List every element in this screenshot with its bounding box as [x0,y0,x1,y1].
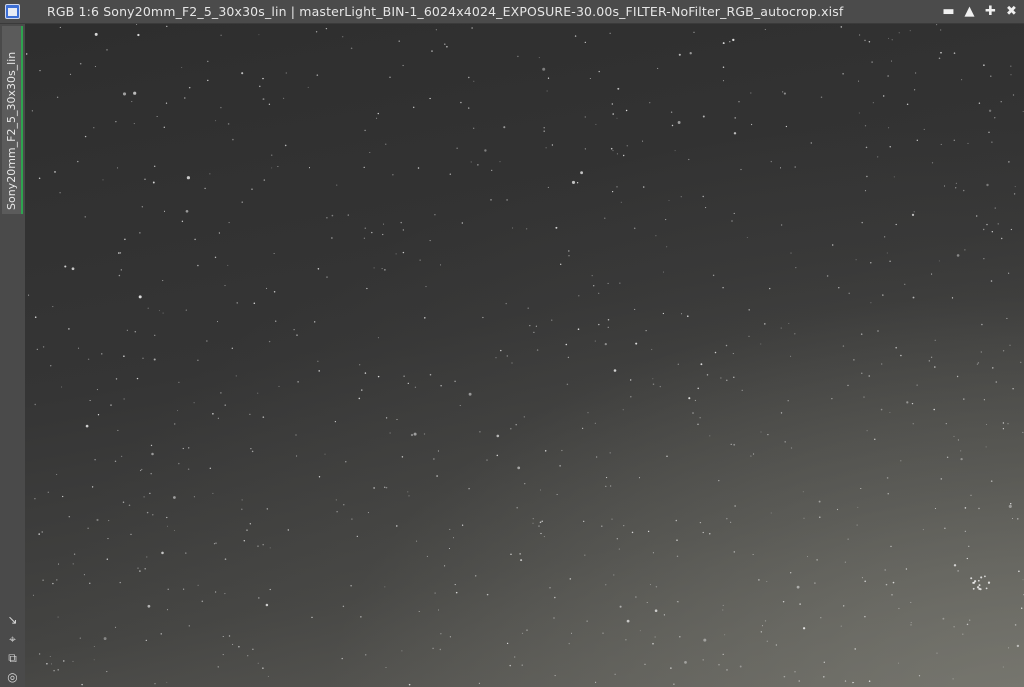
zoom-fit-icon[interactable]: ↘ [5,612,21,628]
clone-icon[interactable]: ⧉ [5,650,21,666]
image-viewport[interactable] [25,24,1024,687]
view-tab-label: Sony20mm_F2_5_30x30s_lin [5,51,18,210]
image-window: RGB 1:6 Sony20mm_F2_5_30x30s_lin | maste… [0,0,1024,687]
crosshair-icon[interactable]: ⌖ [5,631,21,647]
side-panel: Sony20mm_F2_5_30x30s_lin ↘ ⌖ ⧉ ◎ [0,24,25,687]
shade-button[interactable]: ▬ [940,3,957,21]
star-field-image [26,24,1024,686]
image-window-icon[interactable] [5,4,20,19]
title-bar-buttons: ▬ ▲ ✚ ✖ [940,3,1020,21]
window-title: RGB 1:6 Sony20mm_F2_5_30x30s_lin | maste… [47,4,844,19]
view-tab[interactable]: Sony20mm_F2_5_30x30s_lin [2,26,23,214]
title-bar[interactable]: RGB 1:6 Sony20mm_F2_5_30x30s_lin | maste… [0,0,1024,24]
target-icon[interactable]: ◎ [5,669,21,685]
maximize-button[interactable]: ✚ [982,3,999,21]
close-button[interactable]: ✖ [1003,3,1020,21]
side-tools: ↘ ⌖ ⧉ ◎ [0,612,25,685]
collapse-button[interactable]: ▲ [961,3,978,21]
